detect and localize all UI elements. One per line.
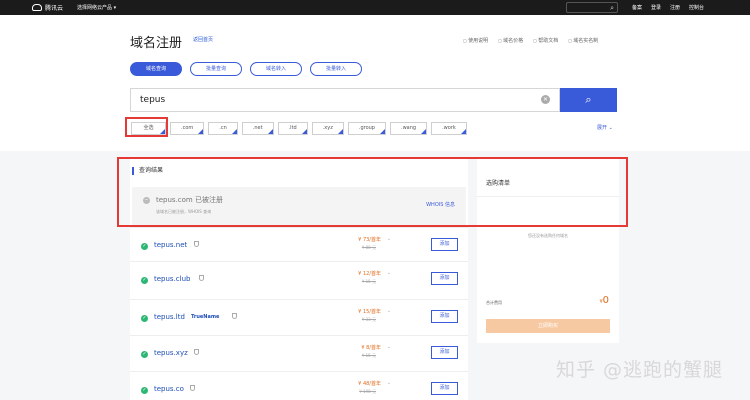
- check-icon: ✓: [141, 387, 148, 394]
- shield-icon: [190, 385, 195, 391]
- add-button[interactable]: 添加: [431, 238, 458, 251]
- expand-suffixes-link[interactable]: 展开 ⌄: [597, 124, 613, 131]
- domain-search-value: tepus: [140, 95, 166, 105]
- help-link-docs[interactable]: 帮助文档: [533, 37, 558, 44]
- cart-total-value: 0: [602, 295, 609, 306]
- result-price: ¥ 48/首年: [358, 381, 381, 387]
- add-button[interactable]: 添加: [431, 346, 458, 359]
- buy-now-button[interactable]: 立即购买: [486, 319, 610, 333]
- top-links: 备案 登录 注册 控制台: [632, 4, 704, 11]
- expand-label: 展开: [597, 125, 608, 131]
- domain-search-button[interactable]: ⌕: [560, 88, 617, 112]
- brand-logo[interactable]: 腾讯云: [32, 3, 63, 12]
- chevron-down-icon: ⌄: [608, 125, 613, 131]
- help-link-realname[interactable]: 域名实名制: [568, 37, 598, 44]
- top-link-console[interactable]: 控制台: [689, 4, 704, 11]
- top-link-filing[interactable]: 备案: [632, 4, 642, 11]
- help-link-price[interactable]: 域名价格: [498, 37, 523, 44]
- shield-icon: [194, 241, 199, 247]
- product-menu-label: 选择网络云产品: [77, 5, 113, 11]
- check-icon: ✓: [141, 277, 148, 284]
- suffix-cn[interactable]: .cn: [208, 122, 238, 135]
- shield-icon: [232, 313, 237, 319]
- result-price: ¥ 15/首年: [358, 309, 381, 315]
- result-row: ✓ tepus.xyz ¥ 8/首年 ⌄ ¥ 15 元 添加: [130, 335, 468, 373]
- chevron-down-icon[interactable]: ⌄: [387, 236, 391, 242]
- result-row: ✓ tepus.net ¥ 73/首年 ⌄ ¥ 88 元 添加: [130, 227, 468, 265]
- check-icon: ✓: [141, 243, 148, 250]
- result-price: ¥ 8/首年: [361, 345, 381, 351]
- suffix-wang[interactable]: .wang: [389, 122, 428, 135]
- help-links: 使用说明 域名价格 帮助文档 域名实名制: [463, 37, 598, 44]
- query-tabs: 域名查询 批量查询 域名转入 批量转入: [130, 62, 362, 76]
- product-menu[interactable]: 选择网络云产品 ▾: [77, 4, 116, 11]
- suffix-net[interactable]: .net: [241, 122, 274, 135]
- suffix-work[interactable]: .work: [431, 122, 467, 135]
- result-domain: tepus.xyz: [154, 349, 188, 357]
- result-row: ✓ tepus.club ¥ 12/首年 ⌄ ¥ 15 元 添加: [130, 261, 468, 299]
- tab-batch-query[interactable]: 批量查询: [190, 62, 242, 76]
- chevron-down-icon[interactable]: ⌄: [387, 270, 391, 276]
- shield-icon: [199, 275, 204, 281]
- check-icon: ✓: [141, 351, 148, 358]
- top-link-register[interactable]: 注册: [670, 4, 680, 11]
- result-domain: tepus.club: [154, 275, 191, 283]
- tab-batch-transfer[interactable]: 批量转入: [310, 62, 362, 76]
- result-original-price: ¥ 33 元: [361, 317, 376, 322]
- suffix-xyz[interactable]: .xyz: [311, 122, 344, 135]
- highlight-box-results: [117, 157, 628, 227]
- truename-badge: TrueName: [191, 314, 220, 320]
- tab-domain-transfer[interactable]: 域名转入: [250, 62, 302, 76]
- chevron-down-icon[interactable]: ⌄: [387, 344, 391, 350]
- shield-icon: [194, 349, 199, 355]
- clear-icon[interactable]: ✕: [541, 95, 550, 104]
- top-nav-bar: 腾讯云 选择网络云产品 ▾ ⌕ 备案 登录 注册 控制台: [0, 0, 750, 15]
- add-button[interactable]: 添加: [431, 272, 458, 285]
- domain-search-input[interactable]: tepus ✕: [130, 88, 560, 112]
- cloud-icon: [32, 4, 42, 11]
- cart-empty-text: 您还没有选购任何域名: [528, 233, 568, 238]
- result-price: ¥ 73/首年: [358, 237, 381, 243]
- result-original-price: ¥ 15 元: [361, 279, 376, 284]
- result-price: ¥ 12/首年: [358, 271, 381, 277]
- result-domain: tepus.co: [154, 385, 184, 393]
- suffix-com[interactable]: .com: [170, 122, 205, 135]
- check-icon: ✓: [141, 315, 148, 322]
- tab-domain-query[interactable]: 域名查询: [130, 62, 182, 76]
- result-original-price: ¥ 88 元: [361, 245, 376, 250]
- top-search-input[interactable]: ⌕: [566, 2, 618, 13]
- top-link-login[interactable]: 登录: [651, 4, 661, 11]
- suffix-group[interactable]: .group: [347, 122, 386, 135]
- result-domain: tepus.net: [154, 241, 188, 249]
- result-original-price: ¥ 15 元: [361, 353, 376, 358]
- result-domain: tepus.ltd: [154, 313, 185, 321]
- brand-name: 腾讯云: [45, 5, 64, 12]
- add-button[interactable]: 添加: [431, 382, 458, 395]
- highlight-box-select-all: [125, 117, 168, 137]
- suffix-ltd[interactable]: .ltd: [277, 122, 308, 135]
- suffix-filter: 全选 .com .cn .net .ltd .xyz .group .wang …: [131, 122, 467, 135]
- chevron-down-icon[interactable]: ⌄: [387, 380, 391, 386]
- help-link-usage[interactable]: 使用说明: [463, 37, 488, 44]
- page-header: 域名注册 返回首页 使用说明 域名价格 帮助文档 域名实名制 域名查询 批量查询…: [0, 15, 750, 151]
- result-row: ✓ tepus.co ¥ 48/首年 ⌄ ¥ 198 元 添加: [130, 371, 468, 400]
- result-original-price: ¥ 198 元: [359, 389, 376, 394]
- back-home-link[interactable]: 返回首页: [193, 36, 213, 43]
- watermark: 知乎 @逃跑的蟹腿: [556, 359, 724, 381]
- result-row: ✓ tepus.ltd TrueName ¥ 15/首年 ⌄ ¥ 33 元 添加: [130, 299, 468, 337]
- chevron-down-icon[interactable]: ⌄: [387, 308, 391, 314]
- add-button[interactable]: 添加: [431, 310, 458, 323]
- search-icon[interactable]: ⌕: [610, 4, 614, 13]
- search-icon: ⌕: [585, 93, 592, 106]
- cart-total-label: 合计费用: [486, 300, 502, 305]
- cart-total-amount: ¥0: [599, 295, 609, 306]
- page-title: 域名注册: [130, 36, 183, 51]
